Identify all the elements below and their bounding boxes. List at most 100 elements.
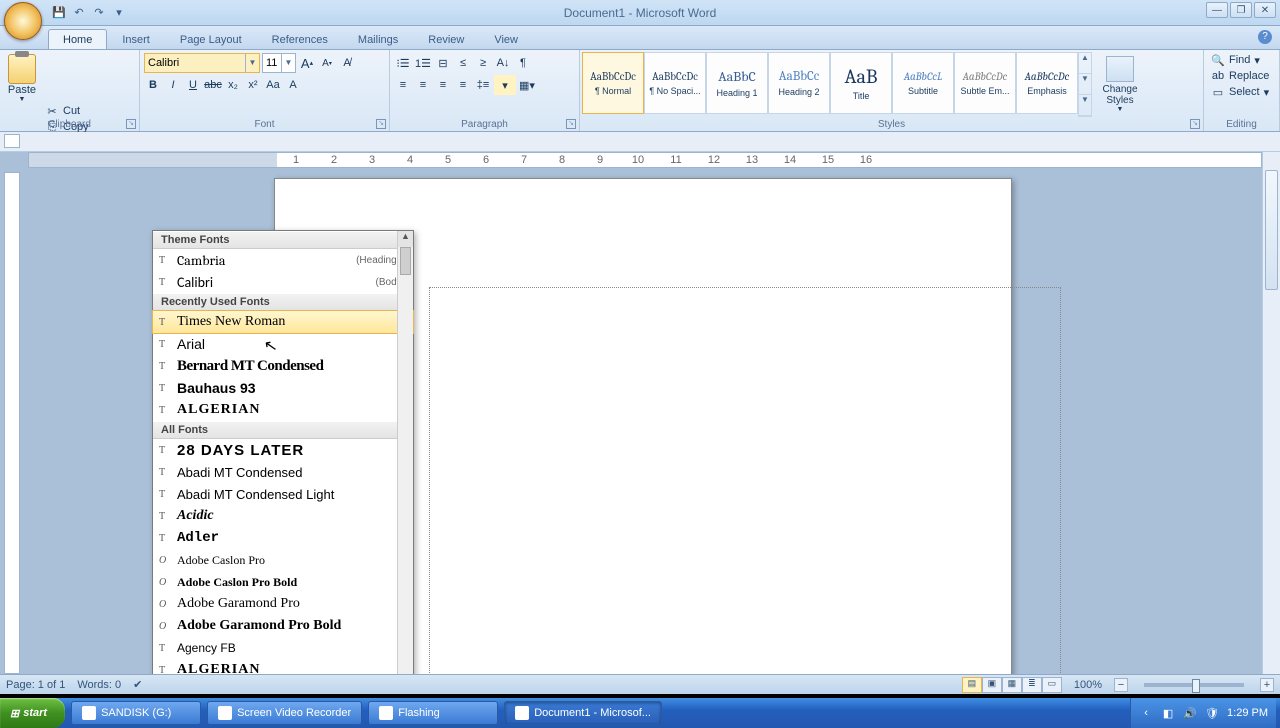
tab-page-layout[interactable]: Page Layout xyxy=(165,29,257,49)
word-count[interactable]: Words: 0 xyxy=(77,679,121,691)
styles-launcher-icon[interactable]: ↘ xyxy=(1190,119,1200,129)
shrink-font-button[interactable]: A▾ xyxy=(318,53,336,73)
tab-insert[interactable]: Insert xyxy=(107,29,165,49)
multilevel-button[interactable]: ⊟ xyxy=(434,53,452,73)
font-launcher-icon[interactable]: ↘ xyxy=(376,119,386,129)
font-option-adobe-caslon-pro[interactable]: OAdobe Caslon Pro xyxy=(153,549,413,571)
dd-scrollbar[interactable]: ▲ ▼ xyxy=(397,231,413,674)
font-option-adobe-garamond-pro-bold[interactable]: OAdobe Garamond Pro Bold xyxy=(153,615,413,637)
font-option-28-days-later[interactable]: T28 DAYS LATER xyxy=(153,439,413,461)
close-button[interactable]: ✕ xyxy=(1254,2,1276,18)
align-center-button[interactable]: ≡ xyxy=(414,75,432,95)
font-option-bauhaus-93[interactable]: TBauhaus 93 xyxy=(153,377,413,399)
bullets-button[interactable]: ⁝☰ xyxy=(394,53,412,73)
page-status[interactable]: Page: 1 of 1 xyxy=(6,679,65,691)
shading-button[interactable]: ▾ xyxy=(494,75,516,95)
replace-button[interactable]: abReplace xyxy=(1208,68,1275,84)
chevron-down-icon[interactable]: ▼ xyxy=(245,54,259,72)
taskbar-item[interactable]: SANDISK (G:) xyxy=(71,701,201,725)
subscript-button[interactable]: x₂ xyxy=(224,75,242,95)
font-option-adobe-caslon-pro-bold[interactable]: OAdobe Caslon Pro Bold xyxy=(153,571,413,593)
font-option-calibri[interactable]: TCalibri(Body) xyxy=(153,271,413,293)
tab-mailings[interactable]: Mailings xyxy=(343,29,413,49)
style---normal[interactable]: AaBbCcDc¶ Normal xyxy=(582,52,644,114)
vertical-scrollbar[interactable] xyxy=(1262,152,1280,674)
style-emphasis[interactable]: AaBbCcDcEmphasis xyxy=(1016,52,1078,114)
font-option-adobe-garamond-pro[interactable]: OAdobe Garamond Pro xyxy=(153,593,413,615)
zoom-slider[interactable] xyxy=(1144,683,1244,687)
scroll-up-icon[interactable]: ▲ xyxy=(398,231,413,247)
full-screen-view-button[interactable]: ▣ xyxy=(982,677,1002,693)
font-option-abadi-mt-condensed[interactable]: TAbadi MT Condensed xyxy=(153,461,413,483)
clear-formatting-button[interactable]: A̸ xyxy=(338,53,356,73)
tab-view[interactable]: View xyxy=(479,29,533,49)
ruler-toggle-button[interactable] xyxy=(4,134,20,148)
paste-button[interactable]: Paste ▼ xyxy=(4,52,40,103)
tab-references[interactable]: References xyxy=(257,29,343,49)
style-subtitle[interactable]: AaBbCcLSubtitle xyxy=(892,52,954,114)
italic-button[interactable]: I xyxy=(164,75,182,95)
horizontal-ruler[interactable]: 12345678910111213141516 xyxy=(28,152,1262,168)
find-button[interactable]: 🔍Find ▾ xyxy=(1208,52,1275,68)
underline-button[interactable]: U xyxy=(184,75,202,95)
volume-icon[interactable]: 🔊 xyxy=(1183,706,1197,720)
clipboard-launcher-icon[interactable]: ↘ xyxy=(126,119,136,129)
font-option-cambria[interactable]: TCambria(Headings) xyxy=(153,249,413,271)
grow-font-button[interactable]: A▴ xyxy=(298,53,316,73)
style-gallery-scroll[interactable]: ▲▼▼ xyxy=(1078,52,1092,117)
taskbar-item[interactable]: Screen Video Recorder xyxy=(207,701,362,725)
draft-view-button[interactable]: ▭ xyxy=(1042,677,1062,693)
web-layout-view-button[interactable]: ▦ xyxy=(1002,677,1022,693)
scroll-up-icon[interactable]: ▲ xyxy=(1079,53,1091,74)
zoom-out-button[interactable]: − xyxy=(1114,678,1128,692)
clock[interactable]: 1:29 PM xyxy=(1227,707,1268,719)
font-option-times-new-roman[interactable]: TTimes New Roman xyxy=(153,311,413,333)
numbering-button[interactable]: 1☰ xyxy=(414,53,432,73)
save-icon[interactable]: 💾 xyxy=(50,4,68,22)
paragraph-launcher-icon[interactable]: ↘ xyxy=(566,119,576,129)
office-button[interactable] xyxy=(4,2,42,40)
print-layout-view-button[interactable]: ▤ xyxy=(962,677,982,693)
font-option-algerian[interactable]: TALGERIAN xyxy=(153,659,413,674)
sort-button[interactable]: A↓ xyxy=(494,53,512,73)
gallery-more-icon[interactable]: ▼ xyxy=(1079,95,1091,116)
show-marks-button[interactable]: ¶ xyxy=(514,53,532,73)
redo-icon[interactable]: ↷ xyxy=(90,4,108,22)
align-left-button[interactable]: ≡ xyxy=(394,75,412,95)
justify-button[interactable]: ≡ xyxy=(454,75,472,95)
strike-button[interactable]: abc xyxy=(204,75,222,95)
start-button[interactable]: ⊞start xyxy=(0,698,65,728)
vertical-ruler[interactable] xyxy=(4,172,20,674)
font-option-acidic[interactable]: TAcidic xyxy=(153,505,413,527)
tab-home[interactable]: Home xyxy=(48,29,107,49)
scrollbar-thumb[interactable] xyxy=(400,247,411,275)
bold-button[interactable]: B xyxy=(144,75,162,95)
zoom-level[interactable]: 100% xyxy=(1074,679,1102,691)
font-name-combo[interactable]: Calibri▼ xyxy=(144,53,260,73)
font-option-algerian[interactable]: TALGERIAN xyxy=(153,399,413,421)
qat-more-icon[interactable]: ▾ xyxy=(110,4,128,22)
chevron-down-icon[interactable]: ▼ xyxy=(281,54,295,72)
decrease-indent-button[interactable]: ≤ xyxy=(454,53,472,73)
font-color-button[interactable]: A xyxy=(284,75,302,95)
line-spacing-button[interactable]: ‡≡ xyxy=(474,75,492,95)
tab-review[interactable]: Review xyxy=(413,29,479,49)
style-subtle-em---[interactable]: AaBbCcDcSubtle Em... xyxy=(954,52,1016,114)
select-button[interactable]: ▭Select ▾ xyxy=(1208,84,1275,100)
style-title[interactable]: AaBTitle xyxy=(830,52,892,114)
cut-button[interactable]: ✂Cut xyxy=(42,103,135,119)
increase-indent-button[interactable]: ≥ xyxy=(474,53,492,73)
change-styles-button[interactable]: Change Styles ▼ xyxy=(1096,52,1144,114)
font-option-bernard-mt-condensed[interactable]: TBernard MT Condensed xyxy=(153,355,413,377)
taskbar-item[interactable]: Flashing xyxy=(368,701,498,725)
font-option-agency-fb[interactable]: TAgency FB xyxy=(153,637,413,659)
undo-icon[interactable]: ↶ xyxy=(70,4,88,22)
scroll-down-icon[interactable]: ▼ xyxy=(1079,74,1091,95)
font-option-arial[interactable]: TArial xyxy=(153,333,413,355)
borders-button[interactable]: ▦▾ xyxy=(518,75,536,95)
style---no-spaci---[interactable]: AaBbCcDc¶ No Spaci... xyxy=(644,52,706,114)
maximize-button[interactable]: ❐ xyxy=(1230,2,1252,18)
zoom-in-button[interactable]: + xyxy=(1260,678,1274,692)
superscript-button[interactable]: x² xyxy=(244,75,262,95)
style-heading-1[interactable]: AaBbCHeading 1 xyxy=(706,52,768,114)
